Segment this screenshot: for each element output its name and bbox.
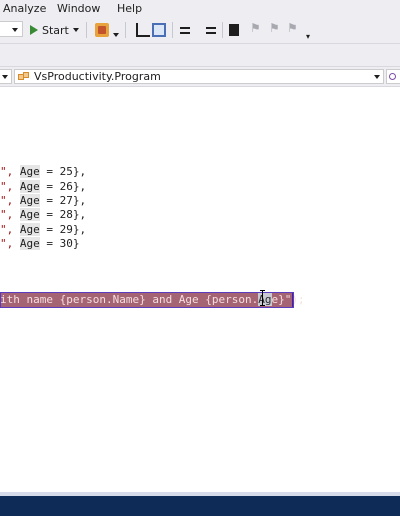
previous-bookmark-icon[interactable]: ⚑ [250, 21, 261, 35]
standard-toolbar: Start ⚑ ⚑ ⚑ ▾ [0, 17, 400, 44]
bookmark-icon[interactable] [229, 24, 239, 36]
chevron-down-icon[interactable] [113, 33, 119, 37]
member-combo[interactable] [386, 69, 400, 84]
selected-code-line[interactable]: ith name {person.Name} and Age {person.A… [0, 292, 305, 308]
age-reference: Age [19, 194, 40, 207]
navigation-bar: VsProductivity.Program [0, 66, 400, 87]
code-line: ", Age = 29}, [0, 223, 87, 236]
age-reference: Age [19, 180, 40, 193]
menu-bar: Analyze Window Help [0, 0, 400, 17]
member-icon [389, 73, 396, 80]
toolbar-overflow-icon[interactable]: ▾ [306, 32, 310, 41]
code-line: ", Age = 28}, [0, 208, 87, 221]
next-bookmark-icon[interactable]: ⚑ [269, 21, 280, 35]
solution-platform-combo[interactable] [0, 21, 23, 37]
hot-reload-icon[interactable] [95, 23, 109, 37]
type-combo-label: VsProductivity.Program [34, 70, 161, 83]
chevron-down-icon[interactable] [72, 28, 79, 32]
status-bar [0, 496, 400, 516]
code-line: ", Age = 25}, [0, 165, 87, 178]
start-label: Start [42, 23, 69, 37]
age-reference: Age [19, 223, 40, 236]
code-line: ", Age = 26}, [0, 180, 87, 193]
type-combo[interactable]: VsProductivity.Program [14, 69, 384, 84]
start-button[interactable]: Start [30, 22, 79, 38]
toolbar-separator [86, 22, 87, 38]
comment-icon[interactable] [178, 23, 192, 37]
project-combo[interactable] [0, 69, 12, 84]
toolbar-separator [125, 22, 126, 38]
chevron-down-icon [374, 75, 380, 79]
code-editor[interactable]: ", Age = 25}, ", Age = 26}, ", Age = 27}… [0, 87, 400, 492]
age-reference: Age [19, 165, 40, 178]
uncomment-icon[interactable] [204, 23, 218, 37]
toolbar-separator [172, 22, 173, 38]
age-reference: Age [19, 237, 40, 250]
menu-help[interactable]: Help [117, 2, 142, 15]
code-line: ", Age = 27}, [0, 194, 87, 207]
menu-analyze[interactable]: Analyze [3, 2, 46, 15]
text-cursor-icon [260, 290, 266, 306]
step-over-icon[interactable] [152, 23, 166, 37]
code-line: ", Age = 30} [0, 237, 80, 250]
clear-bookmarks-icon[interactable]: ⚑ [287, 21, 298, 35]
toolbar-separator [222, 22, 223, 38]
age-reference: Age [19, 208, 40, 221]
step-into-icon[interactable] [136, 23, 150, 37]
document-tab-well [0, 44, 400, 66]
menu-window[interactable]: Window [57, 2, 100, 15]
chevron-down-icon [2, 75, 8, 79]
chevron-down-icon [12, 28, 18, 32]
class-icon [18, 72, 29, 81]
play-icon [30, 25, 38, 35]
